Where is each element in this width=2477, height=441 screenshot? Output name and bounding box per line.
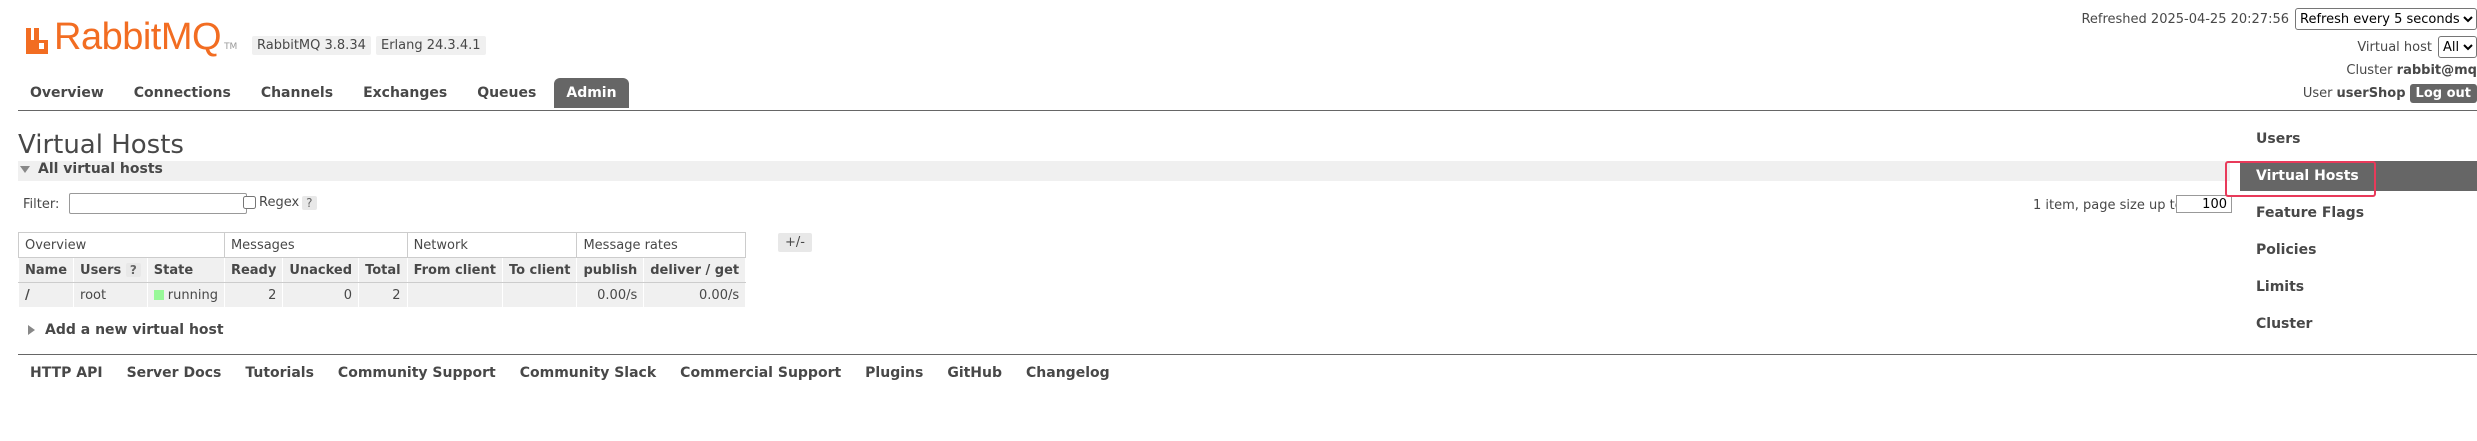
cell-state: running — [146, 282, 225, 308]
col-total[interactable]: Total — [358, 257, 408, 283]
expand-triangle-icon — [28, 325, 35, 335]
main-tabs: Overview Connections Channels Exchanges … — [18, 78, 635, 108]
col-unacked[interactable]: Unacked — [282, 257, 360, 283]
table-column-header: Name Users ? State Ready Unacked Total F… — [17, 257, 747, 283]
cell-total: 2 — [358, 282, 408, 308]
regex-label: Regex — [259, 195, 300, 210]
cluster-label: Cluster — [2346, 63, 2393, 78]
page-title: Virtual Hosts — [18, 130, 184, 160]
cell-ready: 2 — [223, 282, 284, 308]
refresh-interval-select[interactable]: Refresh every 5 seconds — [2295, 8, 2477, 30]
admin-nav-feature-flags[interactable]: Feature Flags — [2240, 200, 2477, 237]
table-row[interactable]: / root running 2 0 2 0.00/s 0.00/s — [17, 282, 747, 308]
highlight-annotation-box — [2225, 161, 2376, 197]
admin-nav-cluster[interactable]: Cluster — [2240, 311, 2477, 348]
logo-trademark: TM — [224, 42, 238, 52]
footer-link-server-docs[interactable]: Server Docs — [127, 365, 222, 381]
admin-nav-users[interactable]: Users — [2240, 126, 2477, 163]
regex-help-icon[interactable]: ? — [302, 195, 317, 210]
col-users-label: Users — [80, 262, 122, 278]
col-name[interactable]: Name — [17, 257, 75, 283]
virtual-hosts-table: Overview Messages Network Message rates … — [17, 232, 747, 308]
running-status-icon — [153, 290, 164, 300]
admin-side-nav: Users Virtual Hosts Feature Flags Polici… — [2240, 126, 2477, 348]
collapse-triangle-icon — [20, 165, 30, 173]
footer-link-http-api[interactable]: HTTP API — [30, 365, 103, 381]
cell-unacked: 0 — [282, 282, 360, 308]
add-vhost-title: Add a new virtual host — [45, 322, 224, 338]
tab-connections[interactable]: Connections — [122, 78, 243, 108]
users-help-icon[interactable]: ? — [125, 262, 141, 277]
filter-label: Filter: — [23, 197, 60, 212]
user-label: User — [2302, 86, 2333, 101]
col-to-client[interactable]: To client — [501, 257, 578, 283]
erlang-version: Erlang 24.3.4.1 — [376, 36, 486, 55]
user-name: userShop — [2336, 86, 2406, 101]
columns-toggle-button[interactable]: +/- — [778, 233, 812, 252]
tab-channels[interactable]: Channels — [249, 78, 345, 108]
footer-link-plugins[interactable]: Plugins — [865, 365, 923, 381]
section-title: All virtual hosts — [38, 161, 163, 177]
logout-button[interactable]: Log out — [2409, 84, 2477, 103]
cell-deliver-get: 0.00/s — [643, 282, 747, 308]
group-network: Network — [406, 232, 578, 258]
vhost-selector-row: Virtual host All — [2357, 36, 2477, 58]
footer-links: HTTP API Server Docs Tutorials Community… — [30, 365, 1134, 381]
tab-overview[interactable]: Overview — [18, 78, 116, 108]
group-overview: Overview — [18, 232, 225, 258]
col-from-client[interactable]: From client — [406, 257, 503, 283]
col-state[interactable]: State — [146, 257, 225, 283]
section-header-bar — [18, 161, 2230, 181]
section-toggle-all-vhosts[interactable]: All virtual hosts — [20, 161, 163, 177]
footer-link-changelog[interactable]: Changelog — [1026, 365, 1110, 381]
page-size-label: 1 item, page size up to — [2033, 198, 2183, 213]
group-message-rates: Message rates — [576, 232, 747, 258]
refreshed-timestamp: Refreshed 2025-04-25 20:27:56 — [2081, 11, 2289, 27]
rabbitmq-logo[interactable]: RabbitMQ TM — [24, 16, 237, 56]
rabbitmq-logo-icon — [26, 28, 48, 54]
col-publish[interactable]: publish — [576, 257, 645, 283]
filter-input[interactable] — [69, 193, 247, 214]
col-users: Users ? — [73, 257, 148, 283]
cell-publish: 0.00/s — [576, 282, 645, 308]
cell-to-client — [501, 282, 578, 308]
state-text: running — [167, 287, 218, 303]
section-toggle-add-vhost[interactable]: Add a new virtual host — [28, 322, 224, 338]
user-info: User userShop Log out — [2303, 84, 2477, 103]
group-messages: Messages — [223, 232, 408, 258]
footer-link-tutorials[interactable]: Tutorials — [245, 365, 314, 381]
admin-nav-policies[interactable]: Policies — [2240, 237, 2477, 274]
rabbitmq-version: RabbitMQ 3.8.34 — [252, 36, 371, 55]
cluster-info: Cluster rabbit@mq — [2346, 63, 2477, 78]
cell-from-client — [406, 282, 503, 308]
tab-admin[interactable]: Admin — [554, 78, 629, 108]
footer-link-community-support[interactable]: Community Support — [338, 365, 496, 381]
tab-exchanges[interactable]: Exchanges — [351, 78, 459, 108]
tab-queues[interactable]: Queues — [465, 78, 548, 108]
tabs-divider — [18, 110, 2477, 111]
cell-users: root — [73, 282, 148, 308]
col-ready[interactable]: Ready — [223, 257, 284, 283]
table-group-header: Overview Messages Network Message rates — [18, 232, 747, 258]
col-deliver-get[interactable]: deliver / get — [643, 257, 747, 283]
cluster-name: rabbit@mq — [2396, 63, 2477, 78]
vhost-select[interactable]: All — [2438, 36, 2477, 58]
admin-nav-limits[interactable]: Limits — [2240, 274, 2477, 311]
logo-wordmark: RabbitMQ — [54, 16, 222, 58]
refresh-row: Refreshed 2025-04-25 20:27:56 Refresh ev… — [2081, 8, 2477, 30]
footer-link-community-slack[interactable]: Community Slack — [520, 365, 656, 381]
regex-option: Regex ? — [243, 195, 317, 210]
vhost-label: Virtual host — [2357, 39, 2432, 55]
footer-link-github[interactable]: GitHub — [947, 365, 1002, 381]
page-size-input[interactable] — [2176, 195, 2232, 213]
vhost-name-link[interactable]: / — [17, 282, 75, 308]
regex-checkbox[interactable] — [243, 196, 256, 209]
footer-link-commercial-support[interactable]: Commercial Support — [680, 365, 841, 381]
footer-divider — [18, 354, 2477, 355]
